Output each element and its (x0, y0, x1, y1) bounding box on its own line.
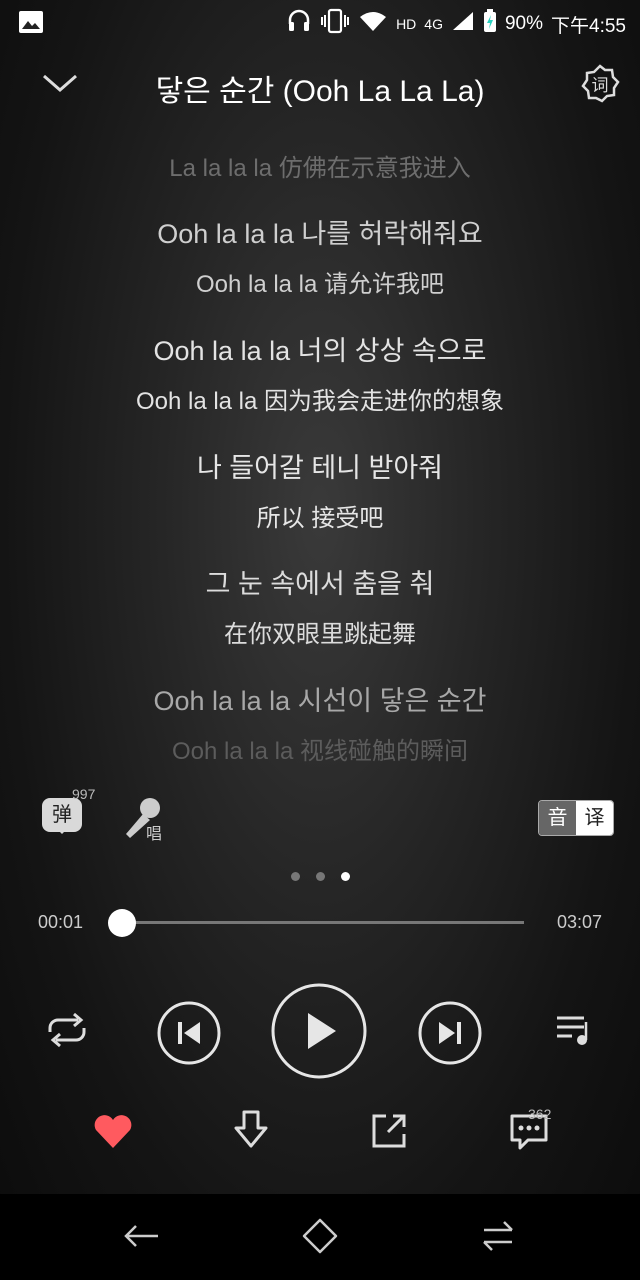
battery-icon (483, 9, 497, 39)
status-bar: HD 4G 90% 下午4:55 (0, 0, 640, 44)
vibrate-icon (320, 8, 350, 40)
lyric-line: Ooh la la la 视线碰触的瞬间 (171, 738, 469, 765)
song-title: 닿은 순간 (Ooh La La La) (155, 75, 485, 108)
wifi-icon (358, 9, 388, 39)
page-dot[interactable] (315, 872, 325, 881)
repeat-icon[interactable] (44, 1010, 90, 1055)
network-label: 4G (424, 16, 443, 32)
lyric-mode-toggle[interactable]: 音 译 (538, 800, 614, 836)
song-actions: 362 (0, 1100, 640, 1160)
page-dot-active[interactable] (340, 872, 350, 881)
lyric-line: Ooh la la la 너의 상상 속으로 (153, 336, 487, 366)
share-icon[interactable] (366, 1108, 412, 1154)
download-icon[interactable] (228, 1108, 274, 1154)
system-nav-bar (0, 1194, 640, 1280)
battery-percent: 90% (504, 13, 544, 34)
current-time: 00:01 (38, 912, 84, 932)
svg-text:词: 词 (592, 76, 609, 96)
comment-count: 362 (528, 1106, 552, 1122)
back-arrow-icon[interactable] (122, 1216, 162, 1256)
lyric-line: La la la la 仿佛在示意我进入 (169, 155, 471, 182)
signal-icon (451, 10, 475, 38)
lyric-line: 在你双眼里跳起舞 (224, 621, 416, 648)
hd-label: HD (396, 16, 417, 32)
duration-time: 03:07 (556, 912, 602, 932)
headphone-icon (286, 8, 312, 40)
danmu-button[interactable]: 弹 (42, 798, 82, 834)
switch-apps-icon[interactable] (478, 1216, 518, 1256)
lyric-line: Ooh la la la 시선이 닿은 순간 (153, 686, 487, 716)
home-icon[interactable] (300, 1216, 340, 1256)
playback-controls (0, 980, 640, 1080)
play-icon[interactable] (270, 982, 368, 1085)
lyric-tools: 弹 997 唱 音 译 (0, 786, 640, 850)
microphone-icon[interactable] (120, 794, 170, 844)
original-toggle[interactable]: 音 (539, 801, 576, 835)
sing-label: 唱 (146, 826, 163, 843)
clock: 下午4:55 (551, 15, 626, 37)
seek-track[interactable] (107, 909, 524, 937)
progress-bar: 00:01 03:07 (0, 906, 640, 938)
page-indicator (0, 872, 640, 881)
gallery-notification-icon (18, 10, 44, 39)
lyric-line: Ooh la la la 因为我会走进你的想象 (135, 388, 505, 415)
lyric-line: 所以 接受吧 (256, 505, 384, 532)
lyric-line: Ooh la la la 나를 허락해줘요 (157, 219, 483, 249)
lyric-line: 나 들어갈 테니 받아줘 (196, 453, 444, 483)
lyric-line: 그 눈 속에서 춤을 춰 (205, 569, 435, 599)
heart-icon[interactable] (90, 1108, 136, 1154)
playlist-icon[interactable] (554, 1012, 594, 1053)
page-dot[interactable] (290, 872, 300, 881)
translate-toggle[interactable]: 译 (576, 801, 613, 835)
lyric-line: Ooh la la la 请允许我吧 (195, 271, 445, 298)
player-header: 닿은 순간 (Ooh La La La) 词 (0, 52, 640, 116)
previous-icon[interactable] (156, 1000, 222, 1071)
next-icon[interactable] (417, 1000, 483, 1071)
ci-lyrics-icon[interactable]: 词 (580, 64, 620, 104)
danmu-count: 997 (72, 786, 96, 802)
seek-handle[interactable] (107, 909, 136, 937)
